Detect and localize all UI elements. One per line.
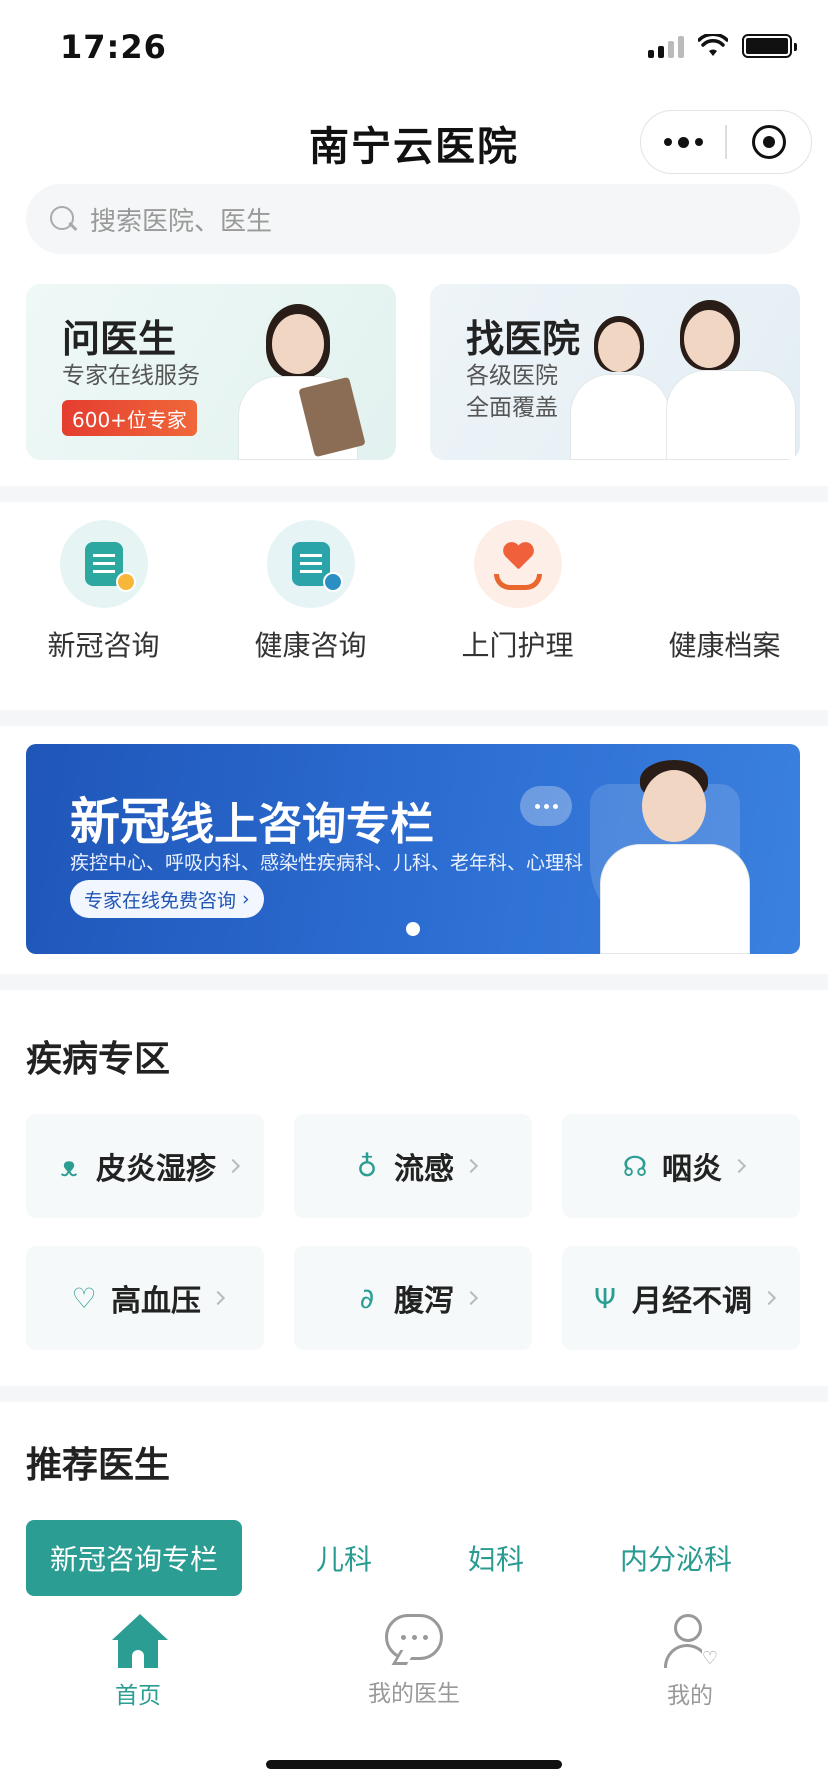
status-icons — [648, 34, 797, 58]
section-divider — [0, 486, 828, 502]
disease-label: 月经不调 — [632, 1284, 752, 1319]
chevron-right-icon — [731, 1158, 747, 1174]
bottom-nav: 首页 我的医生 ♡ 我的 — [0, 1600, 828, 1720]
skin-icon: ᴥ — [60, 1149, 78, 1183]
battery-icon — [742, 34, 797, 58]
health-records-icon — [681, 520, 769, 608]
heart-pulse-icon: ♡ — [71, 1281, 97, 1315]
search-icon — [48, 204, 78, 234]
home-icon — [108, 1614, 168, 1670]
section-divider — [0, 1386, 828, 1402]
section-divider — [0, 710, 828, 726]
tab-covid[interactable]: 新冠咨询专栏 — [26, 1520, 243, 1596]
tab-pediatrics[interactable]: 儿科 — [316, 1538, 372, 1578]
hero-subtitle-line: 各级医院 — [466, 363, 558, 389]
disease-item-pharyngitis[interactable]: ☊ 咽炎 — [562, 1114, 800, 1218]
quick-services: 新冠咨询 健康咨询 上门护理 健康档案 — [0, 520, 828, 690]
tab-endocrinology[interactable]: 内分泌科 — [620, 1538, 732, 1578]
disease-section-title: 疾病专区 — [26, 1039, 171, 1080]
nav-item-my-doctors[interactable]: 我的医生 — [276, 1600, 552, 1720]
flu-icon: ♁ — [356, 1149, 378, 1183]
chevron-right-icon — [463, 1158, 479, 1174]
find-hospital-card[interactable]: 找医院 各级医院 全面覆盖 — [430, 284, 800, 460]
disease-grid: ᴥ 皮炎湿疹 ♁ 流感 ☊ 咽炎 ♡ 高血压 ∂ 腹泻 Ψ 月经不调 — [26, 1114, 800, 1350]
chart-lightning-icon — [266, 520, 355, 608]
chat-bubble-icon — [520, 786, 572, 826]
section-divider — [0, 974, 828, 990]
chevron-right-icon — [225, 1158, 241, 1174]
chevron-right-icon — [463, 1290, 479, 1306]
more-dot-icon — [663, 138, 672, 146]
search-input[interactable]: 搜索医院、医生 — [90, 201, 272, 238]
disease-item-hypertension[interactable]: ♡ 高血压 — [26, 1246, 264, 1350]
uterus-icon: Ψ — [593, 1281, 617, 1315]
quick-item-health-consult[interactable]: 健康咨询 — [207, 520, 414, 690]
doctor-illustration — [226, 284, 396, 460]
wifi-icon — [698, 34, 728, 56]
nav-label: 我的 — [667, 1683, 713, 1709]
heart-hands-icon — [473, 520, 562, 608]
close-mini-program-button[interactable] — [727, 111, 811, 173]
document-badge-icon — [59, 520, 148, 608]
mini-program-capsule — [640, 110, 812, 174]
quick-label: 上门护理 — [461, 629, 574, 662]
disease-label: 腹泻 — [394, 1284, 454, 1319]
chat-icon — [385, 1614, 443, 1660]
nav-item-home[interactable]: 首页 — [0, 1600, 276, 1720]
home-indicator — [266, 1760, 562, 1769]
status-time: 17:26 — [60, 28, 167, 66]
more-dot-icon — [694, 138, 703, 146]
quick-item-home-nursing[interactable]: 上门护理 — [414, 520, 621, 690]
status-bar: 17:26 — [0, 0, 828, 96]
hero-subtitle: 各级医院 全面覆盖 — [466, 360, 558, 424]
chevron-right-icon: › — [242, 888, 250, 910]
nav-label: 我的医生 — [368, 1681, 460, 1707]
expert-count-badge: 600+位专家 — [62, 400, 197, 436]
nav-item-me[interactable]: ♡ 我的 — [552, 1600, 828, 1720]
quick-label: 新冠咨询 — [47, 629, 160, 662]
free-consult-label: 专家在线免费咨询 — [84, 889, 237, 912]
banner-title-highlight: 新冠 — [70, 793, 170, 851]
banner-title-text: 线上咨询专栏 — [170, 799, 434, 850]
disease-item-diarrhea[interactable]: ∂ 腹泻 — [294, 1246, 532, 1350]
covid-consult-banner[interactable]: 新冠线上咨询专栏 疾控中心、呼吸内科、感染性疾病科、儿科、老年科、心理科 专家在… — [26, 744, 800, 954]
nav-label: 首页 — [115, 1683, 161, 1709]
quick-item-health-records[interactable]: 健康档案 — [621, 520, 828, 690]
disease-item-flu[interactable]: ♁ 流感 — [294, 1114, 532, 1218]
quick-item-covid-consult[interactable]: 新冠咨询 — [0, 520, 207, 690]
hero-title: 问医生 — [62, 317, 177, 361]
chevron-right-icon — [761, 1290, 777, 1306]
search-bar[interactable]: 搜索医院、医生 — [26, 184, 800, 254]
stomach-icon: ∂ — [359, 1281, 375, 1315]
hero-title: 找医院 — [466, 317, 581, 361]
user-heart-icon: ♡ — [662, 1614, 718, 1670]
carousel-indicator[interactable] — [406, 922, 420, 936]
throat-icon: ☊ — [622, 1149, 648, 1183]
disease-label: 皮炎湿疹 — [96, 1152, 216, 1187]
free-consult-button[interactable]: 专家在线免费咨询 › — [70, 880, 264, 918]
ask-doctor-card[interactable]: 问医生 专家在线服务 600+位专家 — [26, 284, 396, 460]
recommend-section-title: 推荐医生 — [26, 1445, 171, 1486]
banner-subtitle: 疾控中心、呼吸内科、感染性疾病科、儿科、老年科、心理科 — [70, 852, 584, 874]
hero-subtitle: 专家在线服务 — [62, 363, 200, 389]
disease-item-menstrual[interactable]: Ψ 月经不调 — [562, 1246, 800, 1350]
title-bar: 南宁云医院 — [0, 104, 828, 176]
quick-label: 健康咨询 — [254, 629, 367, 662]
more-button[interactable] — [641, 111, 725, 173]
quick-label: 健康档案 — [668, 629, 781, 662]
disease-label: 流感 — [394, 1152, 454, 1187]
doctor-illustration — [586, 744, 776, 954]
disease-item-eczema[interactable]: ᴥ 皮炎湿疹 — [26, 1114, 264, 1218]
target-icon — [751, 125, 786, 159]
tab-gynecology[interactable]: 妇科 — [468, 1538, 524, 1578]
hero-subtitle-line: 全面覆盖 — [466, 395, 558, 421]
chevron-right-icon — [210, 1290, 226, 1306]
disease-label: 高血压 — [111, 1284, 201, 1319]
more-dot-icon — [677, 136, 689, 148]
banner-title: 新冠线上咨询专栏 — [70, 782, 434, 854]
signal-icon — [648, 34, 684, 58]
disease-label: 咽炎 — [662, 1152, 722, 1187]
nurses-illustration — [570, 284, 800, 460]
doctor-tabs: 新冠咨询专栏 儿科 妇科 内分泌科 — [26, 1520, 800, 1596]
